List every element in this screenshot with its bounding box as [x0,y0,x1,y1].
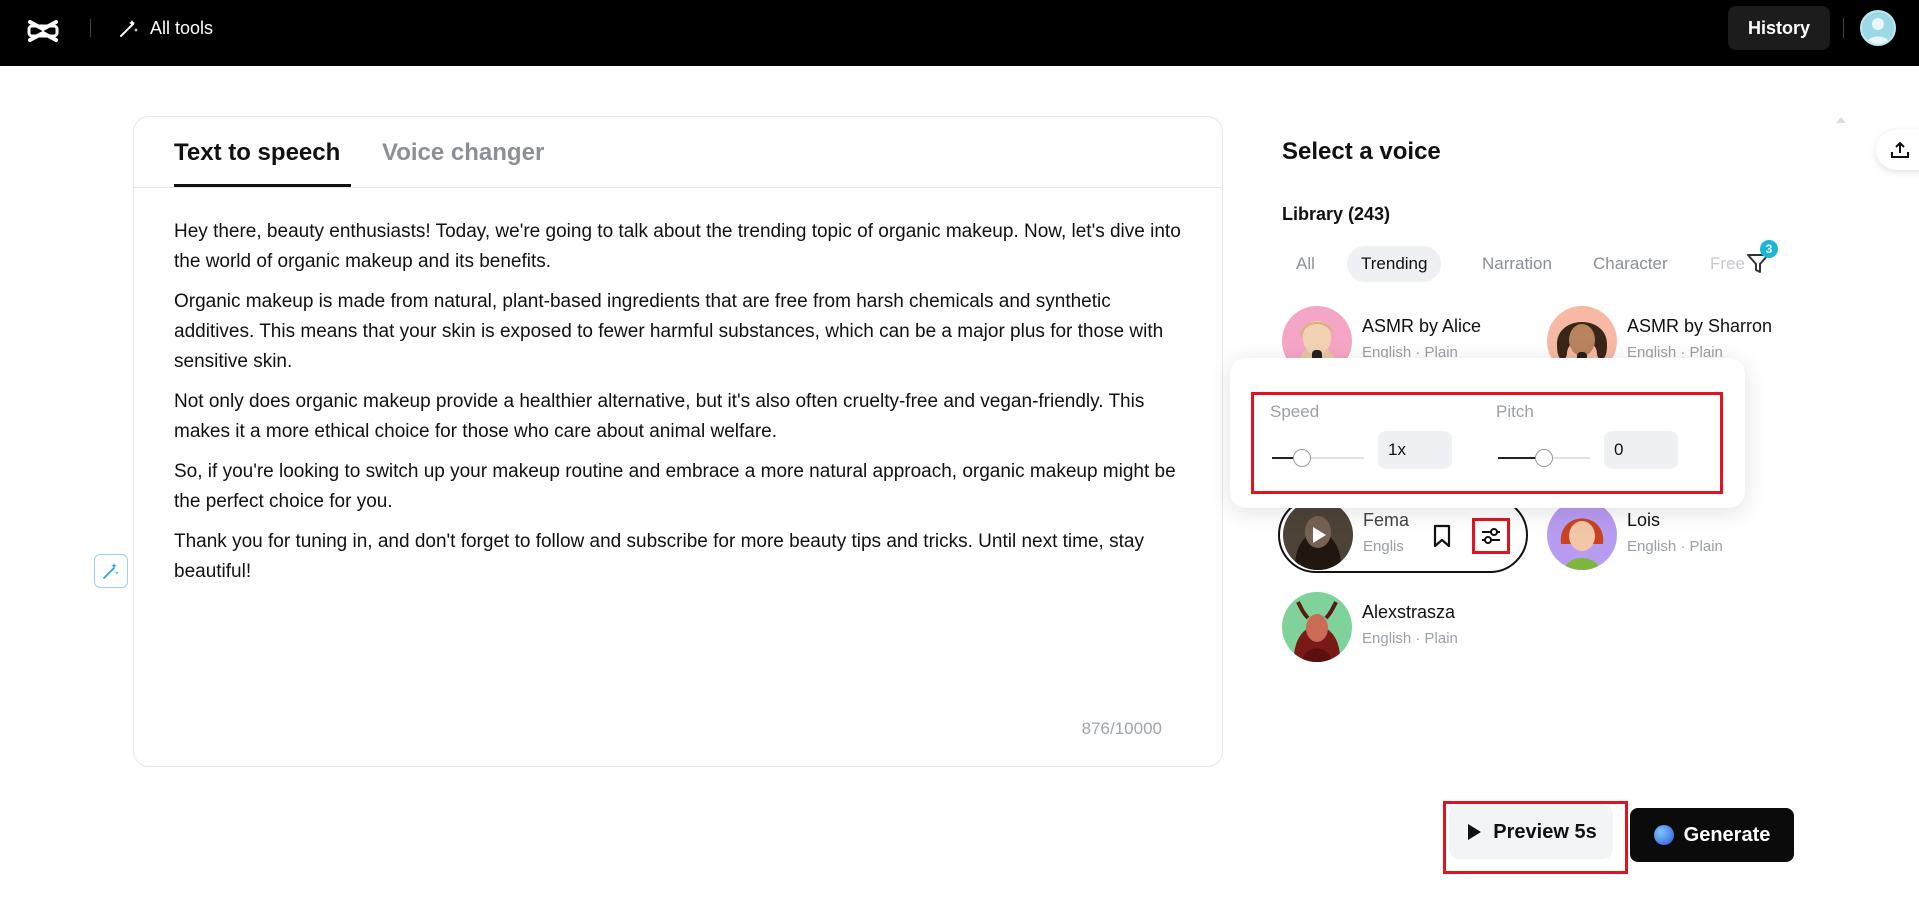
script-paragraph: Not only does organic makeup provide a h… [174,391,1145,442]
filter-trending[interactable]: Trending [1347,246,1442,282]
play-icon [1313,527,1326,543]
all-tools-button[interactable]: All tools [118,16,213,40]
voice-name: Lois [1627,510,1661,530]
voice-filter-tabs: All Trending Narration Character Free [1282,246,1777,284]
user-avatar[interactable] [1860,10,1896,46]
filter-character[interactable]: Character [1579,246,1682,282]
voice-name: Alexstrasza [1362,602,1456,622]
script-paragraph: So, if you're looking to switch up your … [174,461,1176,512]
voice-avatar [1547,500,1617,570]
top-bar: All tools History [0,0,1919,66]
voice-meta: English · Plain [1362,630,1458,647]
voice-item-alexstrasza[interactable]: Alexstrasza English · Plain [1282,592,1522,662]
generate-label: Generate [1683,823,1771,846]
editor-tabs: Text to speech Voice changer [134,117,1222,188]
voice-name: ASMR by Alice [1362,316,1482,336]
magic-pen-icon [103,563,119,579]
voice-item-lois[interactable]: Lois English · Plain [1547,500,1787,570]
all-tools-label: All tools [150,17,214,38]
play-voice-button[interactable] [1283,500,1353,570]
speed-pitch-highlight-box [1251,392,1723,494]
tab-text-to-speech[interactable]: Text to speech [174,139,340,167]
filter-all[interactable]: All [1282,246,1329,282]
text-editor-panel: Text to speech Voice changer Hey there, … [133,116,1223,767]
history-button[interactable]: History [1728,6,1830,50]
topbar-divider-right [1843,18,1844,38]
ai-rewrite-button[interactable] [94,554,128,588]
active-tab-underline [174,184,351,187]
tab-voice-changer[interactable]: Voice changer [382,139,544,167]
script-paragraph: Thank you for tuning in, and don't forge… [174,531,1144,582]
library-count-label: Library (243) [1282,204,1391,224]
scroll-up-caret[interactable] [1836,117,1846,123]
generate-orb-icon [1653,825,1674,845]
select-voice-title: Select a voice [1282,138,1441,165]
voice-settings-button[interactable] [1472,518,1510,554]
capcut-logo-icon[interactable] [26,14,60,48]
voice-avatar [1282,592,1352,662]
script-paragraph: Organic makeup is made from natural, pla… [174,291,1164,372]
generate-button[interactable]: Generate [1630,808,1794,862]
filter-count-badge: 3 [1760,240,1778,258]
upload-tray-icon [1891,141,1909,158]
script-paragraph: Hey there, beauty enthusiasts! Today, we… [174,221,1181,272]
character-count: 876/10000 [1081,719,1162,738]
avatar-silhouette-icon [1866,18,1890,44]
topbar-divider [90,19,91,37]
voice-meta: English · Plain [1627,538,1723,555]
voice-meta: Englis [1363,538,1404,555]
voice-name: Fema [1363,510,1410,530]
script-textarea[interactable]: Hey there, beauty enthusiasts! Today, we… [174,217,1184,597]
export-side-button[interactable] [1876,130,1919,170]
sliders-icon [1482,528,1500,544]
bookmark-icon[interactable] [1428,522,1456,550]
preview-highlight-box [1443,801,1628,874]
magic-wand-icon [120,20,138,37]
filter-narration[interactable]: Narration [1468,246,1566,282]
voice-name: ASMR by Sharron [1627,316,1773,336]
